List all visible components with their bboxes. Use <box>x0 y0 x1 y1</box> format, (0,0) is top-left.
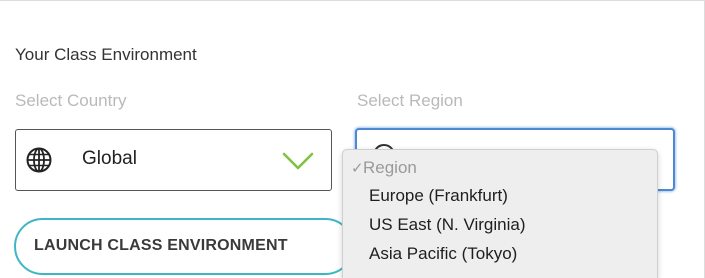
launch-class-environment-button[interactable]: LAUNCH CLASS ENVIRONMENT <box>14 218 354 275</box>
country-select[interactable]: Global <box>15 129 332 191</box>
checkmark-icon: ✓ <box>351 160 364 177</box>
region-option-us-east[interactable]: US East (N. Virginia) <box>369 215 526 235</box>
country-label: Select Country <box>15 91 127 110</box>
country-value: Global <box>82 148 137 169</box>
globe-icon <box>26 147 52 173</box>
class-environment-panel: Your Class Environment Select Country Se… <box>0 0 705 278</box>
region-option-tokyo[interactable]: Asia Pacific (Tokyo) <box>369 244 517 264</box>
region-option-frankfurt[interactable]: Europe (Frankfurt) <box>369 186 508 206</box>
region-label: Select Region <box>357 91 463 110</box>
launch-button-label: LAUNCH CLASS ENVIRONMENT <box>34 237 288 254</box>
region-option-placeholder[interactable]: ✓Region <box>351 158 417 178</box>
chevron-down-icon <box>282 152 314 170</box>
region-option-label: Region <box>363 158 417 177</box>
section-title: Your Class Environment <box>15 45 197 64</box>
region-dropdown-menu: ✓Region Europe (Frankfurt) US East (N. V… <box>342 149 658 278</box>
